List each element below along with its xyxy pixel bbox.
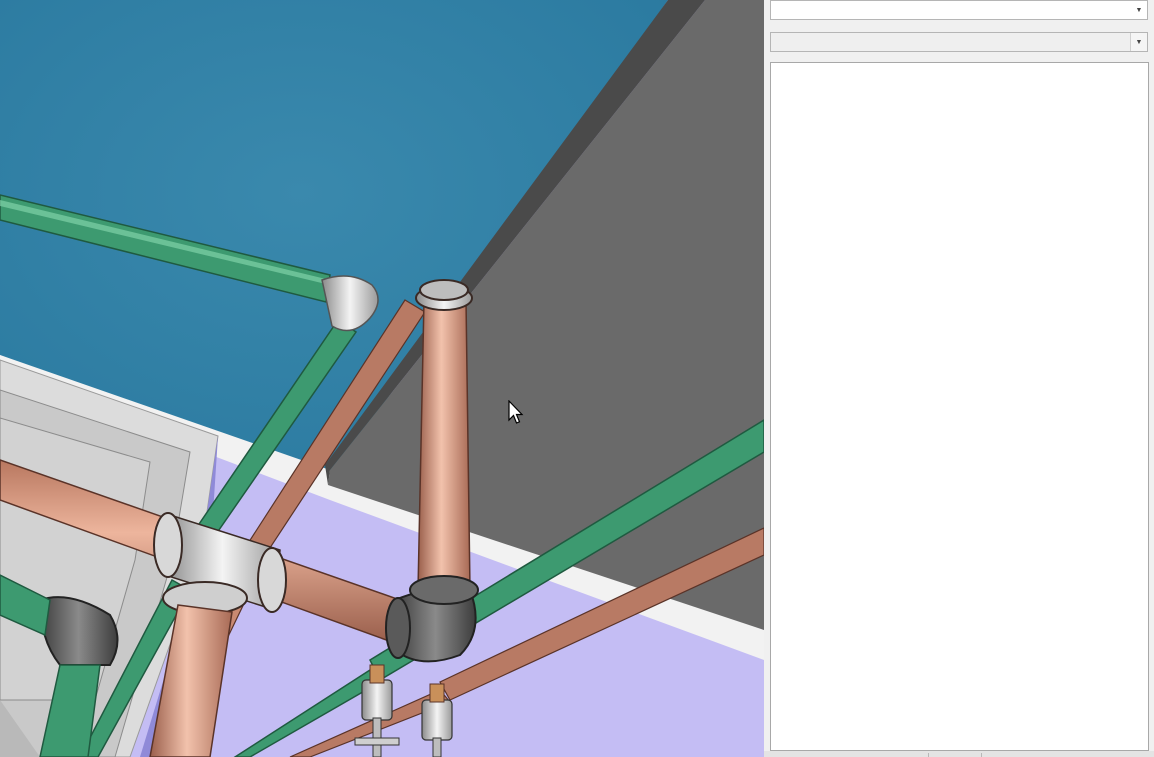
instance-selector-dropdown[interactable]: ▼ — [770, 32, 1148, 52]
panel-bottom-bar — [764, 751, 1154, 757]
type-selector-dropdown[interactable]: ▼ — [770, 0, 1148, 20]
elbow-flange-top — [409, 575, 479, 605]
properties-grid[interactable] — [770, 62, 1149, 751]
3d-viewport[interactable] — [0, 0, 764, 757]
tee-flange-left — [153, 512, 183, 578]
panel-tab-divider[interactable] — [928, 753, 982, 757]
mouse-pointer-icon — [508, 400, 524, 426]
properties-panel: ▼ ▼ — [764, 0, 1154, 757]
elbow-flange-side — [385, 597, 411, 659]
tee-flange-right — [257, 547, 287, 613]
chevron-down-icon[interactable]: ▼ — [1131, 1, 1147, 19]
model-scene — [0, 0, 764, 757]
riser-cap — [419, 279, 469, 301]
chevron-down-icon[interactable]: ▼ — [1130, 33, 1147, 51]
copper-riser — [417, 299, 471, 591]
